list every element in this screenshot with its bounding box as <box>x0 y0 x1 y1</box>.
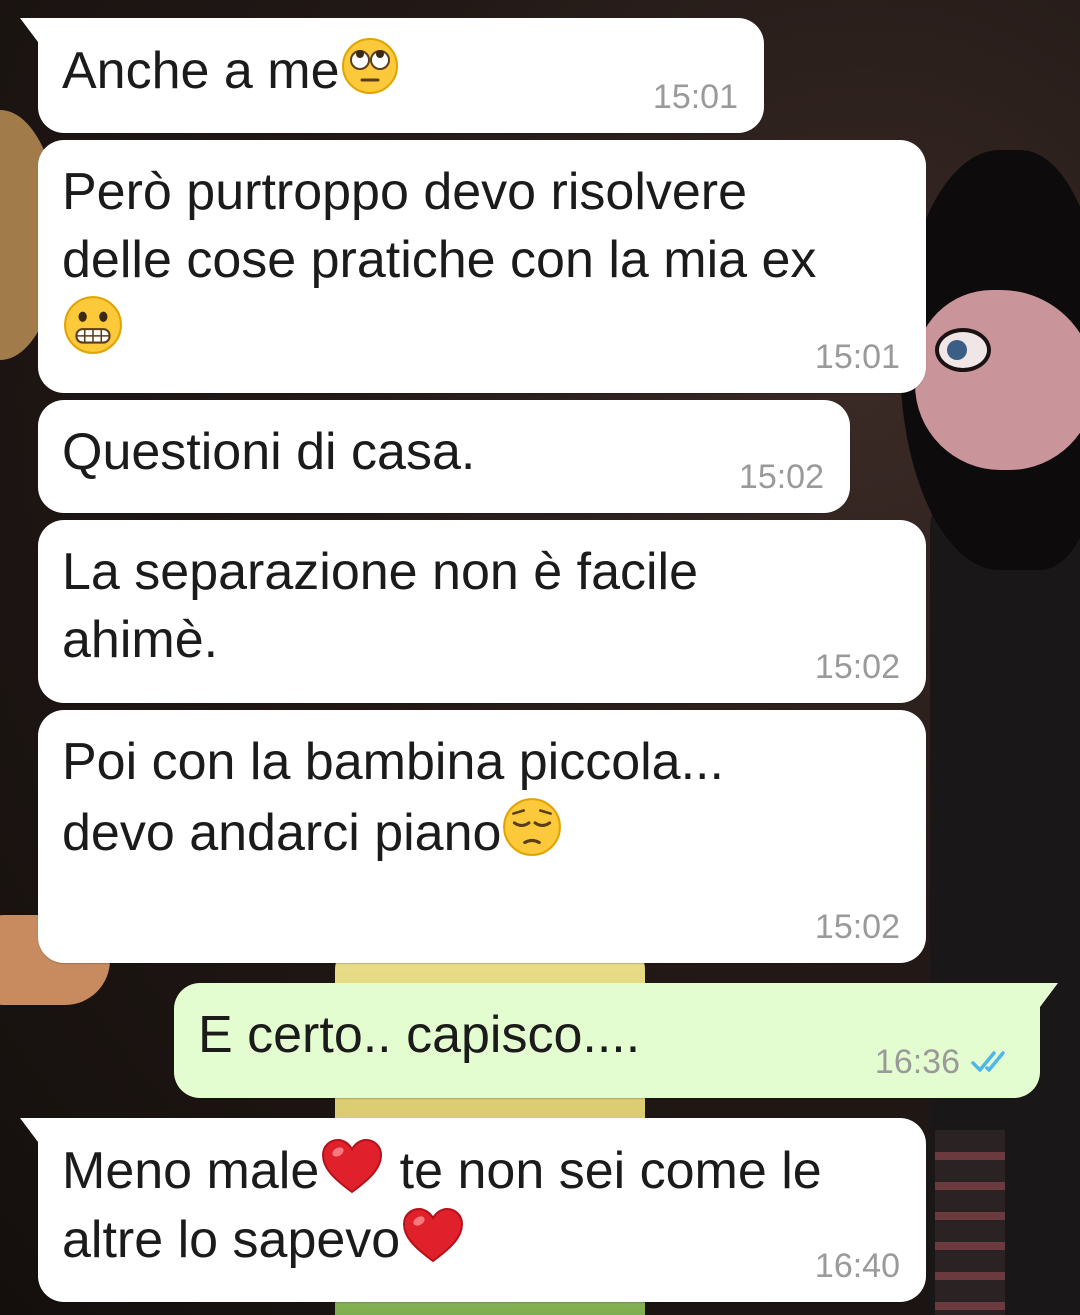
message-bubble-incoming[interactable]: Anche a me 15:01 <box>20 18 764 133</box>
message-text: Anche a me <box>62 36 738 105</box>
message-timestamp: 15:01 <box>652 78 738 116</box>
message-timestamp: 15:02 <box>814 908 900 946</box>
message-timestamp: 15:02 <box>814 648 900 686</box>
double-check-icon <box>970 1048 1014 1076</box>
pensive-face-emoji-icon <box>501 796 563 858</box>
message-bubble-incoming[interactable]: Questioni di casa. 15:02 <box>38 400 850 513</box>
message-bubble-incoming[interactable]: Meno male te non sei come le altre lo sa… <box>20 1118 926 1302</box>
message-timestamp: 16:36 <box>875 1042 1014 1082</box>
message-bubble-incoming[interactable]: Però purtroppo devo risolvere delle cose… <box>38 140 926 393</box>
message-bubble-outgoing[interactable]: E certo.. capisco.... 16:36 <box>174 983 1058 1098</box>
rolling-eyes-emoji-icon <box>340 36 400 96</box>
red-heart-emoji-icon <box>319 1136 385 1196</box>
message-text: La separazione non è facile ahimè. <box>62 543 699 669</box>
message-text: Poi con la bambina piccola... devo andar… <box>62 733 724 862</box>
message-text: Meno male te non sei come le altre lo sa… <box>62 1136 900 1274</box>
message-text: Questioni di casa. <box>62 423 476 481</box>
message-bubble-incoming[interactable]: Poi con la bambina piccola... devo andar… <box>38 710 926 963</box>
message-text: Però purtroppo devo risolvere delle cose… <box>62 158 900 365</box>
message-bubble-incoming[interactable]: La separazione non è facile ahimè. 15:02 <box>38 520 926 703</box>
chat-message-list[interactable]: Anche a me 15:01 Però purtroppo devo ris… <box>0 0 1080 1315</box>
message-timestamp: 15:02 <box>738 458 824 496</box>
message-timestamp: 15:01 <box>814 338 900 376</box>
message-timestamp: 16:40 <box>814 1247 900 1285</box>
red-heart-emoji-icon <box>400 1205 466 1265</box>
grimacing-face-emoji-icon <box>62 294 124 356</box>
